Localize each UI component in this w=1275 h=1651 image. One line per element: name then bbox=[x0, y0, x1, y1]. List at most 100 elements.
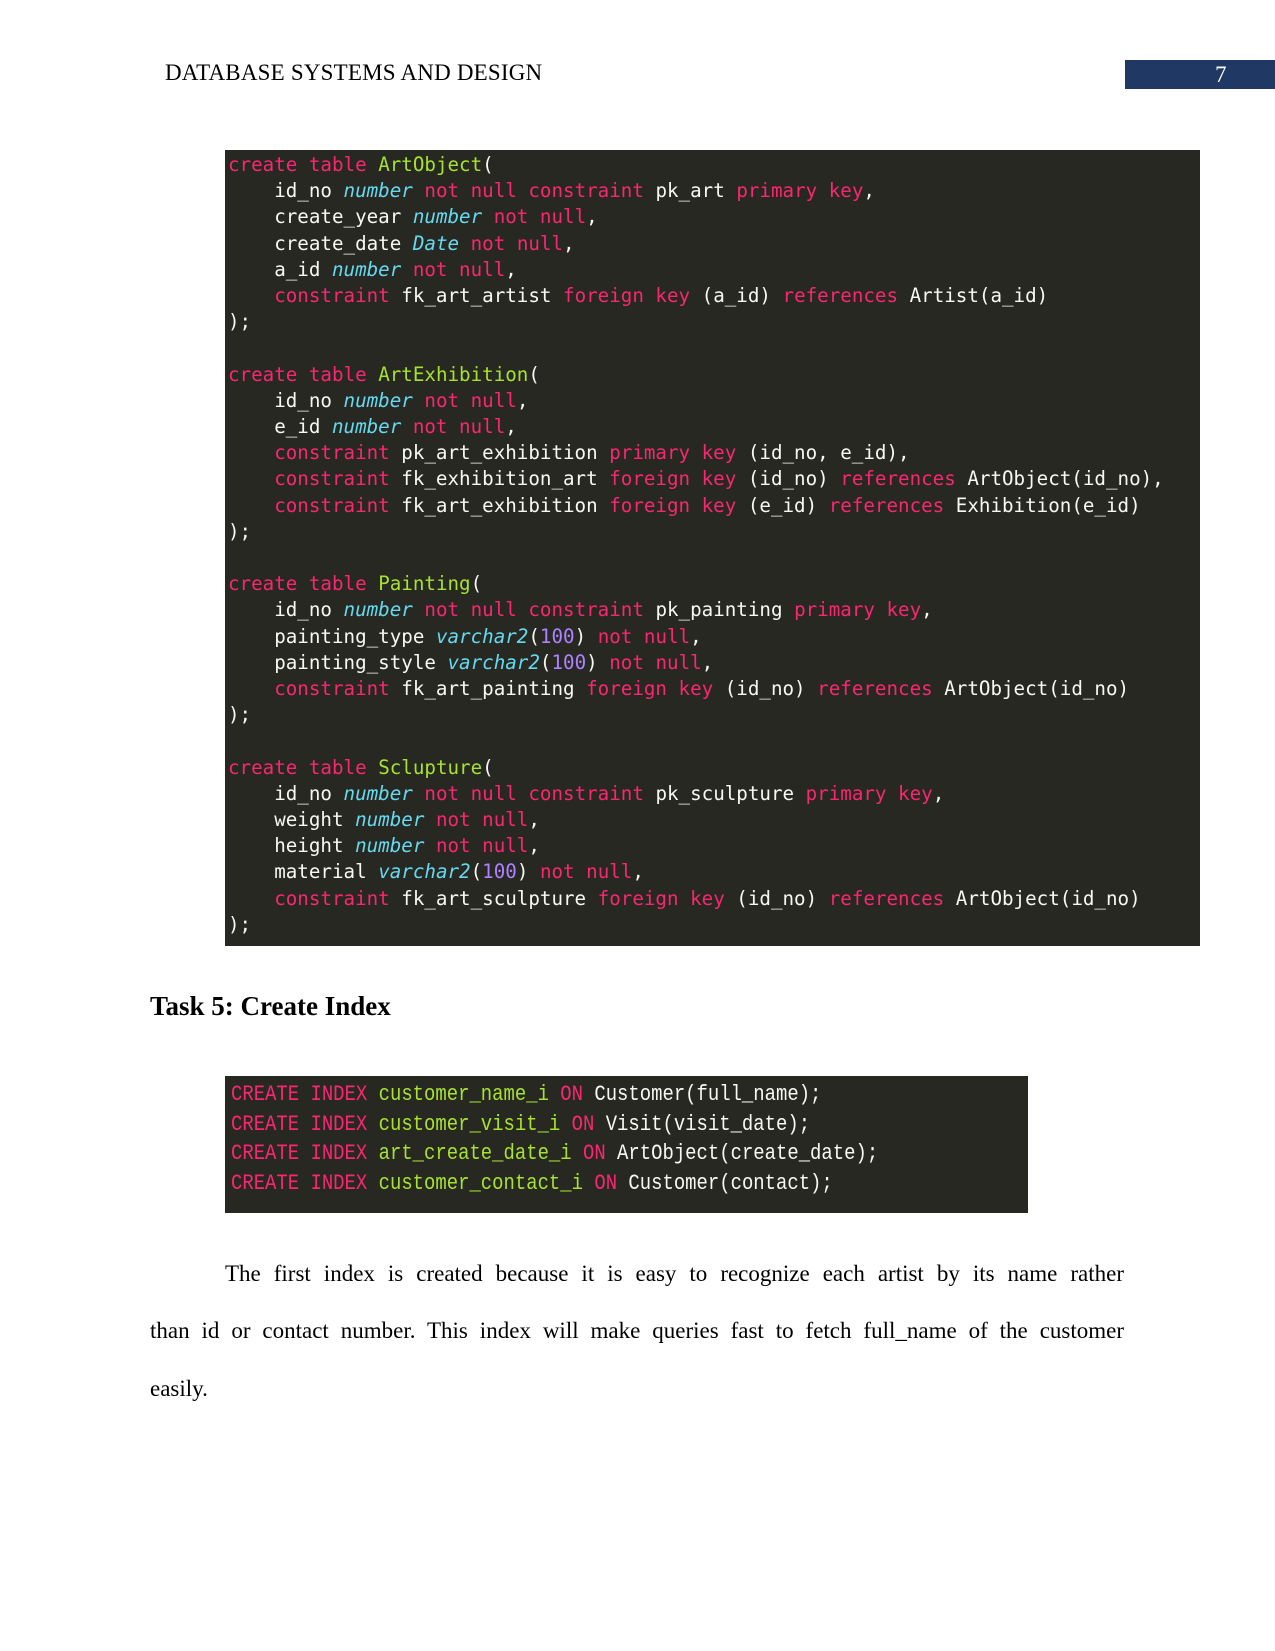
code-token: (id_no) bbox=[724, 677, 818, 700]
code-token: ( bbox=[482, 755, 494, 779]
code-token: , bbox=[863, 179, 875, 203]
code-token: varchar2 bbox=[447, 650, 540, 674]
code-token: number bbox=[355, 834, 425, 858]
code-line: create table ArtExhibition( bbox=[228, 362, 540, 388]
code-token: primary key bbox=[794, 598, 922, 622]
code-token: number bbox=[343, 598, 413, 622]
code-token: number bbox=[343, 179, 413, 203]
code-token: create table bbox=[228, 755, 379, 779]
code-token: CREATE INDEX bbox=[231, 1141, 379, 1167]
code-line: ); bbox=[228, 519, 251, 545]
code-token: customer_visit_i bbox=[378, 1111, 572, 1137]
code-line: create table ArtObject( bbox=[228, 152, 494, 178]
code-token: CREATE INDEX bbox=[231, 1111, 379, 1137]
code-token: ); bbox=[228, 703, 252, 727]
code-token: pk_painting bbox=[655, 598, 795, 622]
code-token: primary key bbox=[805, 781, 933, 805]
code-token: references bbox=[828, 493, 956, 517]
code-token: not null constraint bbox=[412, 179, 656, 203]
code-token: fk_art_sculpture bbox=[401, 886, 598, 910]
code-token: Sclupture bbox=[378, 755, 483, 779]
code-line: constraint fk_art_exhibition foreign key… bbox=[228, 493, 1141, 519]
code-token: number bbox=[343, 781, 413, 805]
code-token: not null bbox=[528, 860, 633, 884]
code-line: ); bbox=[228, 912, 251, 938]
code-token: ON bbox=[582, 1141, 618, 1167]
code-token: weight bbox=[228, 808, 356, 831]
code-token: height bbox=[228, 834, 356, 858]
code-token: number bbox=[355, 808, 425, 831]
code-token: ON bbox=[560, 1082, 595, 1107]
code-token: not null constraint bbox=[412, 598, 656, 622]
page-number: 7 bbox=[1215, 62, 1227, 87]
code-token: number bbox=[331, 415, 402, 438]
code-line: constraint fk_art_painting foreign key (… bbox=[228, 676, 1129, 702]
code-line: height number not null, bbox=[228, 833, 540, 859]
code-token: , bbox=[516, 388, 529, 412]
code-token: ArtObject(id_no), bbox=[967, 467, 1164, 491]
code-line: constraint pk_art_exhibition primary key… bbox=[228, 440, 910, 466]
code-token: not null bbox=[424, 808, 529, 831]
code-line: CREATE INDEX art_create_date_i ON ArtObj… bbox=[231, 1139, 878, 1169]
code-line: create_year number not null, bbox=[228, 204, 598, 230]
code-token: not null bbox=[597, 650, 702, 674]
code-token: not null bbox=[401, 257, 506, 281]
code-token: (e_id) bbox=[747, 493, 829, 517]
code-token: not null bbox=[424, 834, 529, 858]
code-token: ArtObject bbox=[378, 153, 483, 176]
code-token: CREATE INDEX bbox=[231, 1082, 379, 1107]
code-token: not null bbox=[586, 624, 691, 648]
code-token: create_year bbox=[228, 205, 413, 229]
code-token: pk_art_exhibition bbox=[401, 441, 610, 465]
code-token: references bbox=[840, 467, 968, 491]
code-token: (a_id) bbox=[701, 284, 783, 307]
code-token: foreign key bbox=[609, 467, 748, 491]
code-token: not null constraint bbox=[412, 781, 656, 805]
code-token: number bbox=[331, 257, 402, 281]
code-token: fk_art_painting bbox=[401, 677, 587, 700]
code-token: Artist(a_id) bbox=[909, 284, 1049, 307]
code-token: ArtObject(id_no) bbox=[944, 677, 1130, 700]
code-token: number bbox=[412, 205, 483, 229]
code-line: constraint fk_art_sculpture foreign key … bbox=[228, 886, 1140, 912]
code-token: constraint bbox=[228, 441, 402, 465]
code-token: (id_no) bbox=[747, 467, 841, 491]
code-token: 100 bbox=[539, 624, 575, 648]
code-line: a_id number not null, bbox=[228, 257, 517, 283]
code-token: ); bbox=[228, 519, 252, 543]
code-token: Exhibition(e_id) bbox=[955, 493, 1141, 517]
code-token: Painting bbox=[378, 572, 471, 596]
code-token: not null bbox=[412, 388, 517, 412]
create-index-code-screenshot: CREATE INDEX customer_name_i ON Customer… bbox=[225, 1076, 1028, 1213]
code-line: painting_style varchar2(100) not null, bbox=[228, 650, 713, 676]
code-token: primary key bbox=[736, 179, 864, 203]
code-token: number bbox=[343, 388, 413, 412]
code-token: constraint bbox=[228, 493, 402, 517]
code-token: ) bbox=[574, 624, 587, 648]
code-token: ); bbox=[228, 310, 252, 334]
code-line: id_no number not null constraint pk_pain… bbox=[228, 597, 933, 623]
body-paragraph-line-3: easily. bbox=[150, 1376, 208, 1401]
code-token: , bbox=[563, 231, 575, 255]
code-token: (id_no) bbox=[736, 886, 829, 910]
code-token: ( bbox=[539, 650, 552, 674]
code-line: material varchar2(100) not null, bbox=[228, 859, 644, 885]
code-token: , bbox=[932, 781, 945, 805]
code-token: ( bbox=[470, 860, 483, 884]
code-token: ( bbox=[528, 362, 540, 386]
code-token: pk_art bbox=[655, 179, 737, 203]
code-line: id_no number not null, bbox=[228, 388, 528, 414]
code-line: ); bbox=[228, 702, 251, 728]
code-token: 100 bbox=[482, 860, 517, 884]
code-token: (id_no, e_id), bbox=[747, 441, 910, 465]
code-line: weight number not null, bbox=[228, 807, 540, 833]
code-token: not null bbox=[401, 415, 506, 438]
code-token: constraint bbox=[228, 886, 402, 910]
code-token: , bbox=[586, 205, 598, 229]
code-token: ); bbox=[228, 912, 252, 936]
body-paragraph-line-2: than id or contact number. This index wi… bbox=[150, 1318, 1124, 1343]
code-line: CREATE INDEX customer_contact_i ON Custo… bbox=[231, 1169, 833, 1199]
create-tables-code-screenshot: create table ArtObject( id_no number not… bbox=[225, 150, 1200, 946]
code-token: painting_style bbox=[228, 650, 448, 674]
code-token: Customer(contact); bbox=[628, 1171, 833, 1197]
